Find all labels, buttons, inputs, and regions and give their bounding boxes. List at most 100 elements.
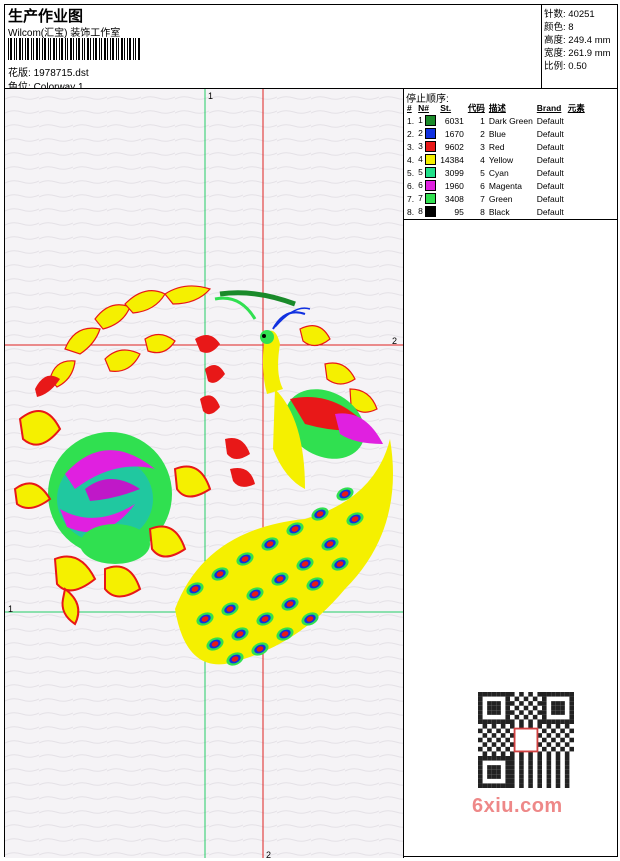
row-brand: Default: [536, 206, 564, 217]
row-index: 3.: [407, 141, 415, 152]
row-description: Blue: [488, 128, 506, 139]
table-row[interactable]: 6. 6 1960 6 Magenta Default: [405, 179, 587, 192]
row-description: Magenta: [488, 180, 522, 191]
row-code: 3: [480, 141, 485, 152]
row-needle: 1: [416, 114, 438, 127]
row-element: [566, 179, 587, 192]
row-needle: 6: [416, 179, 438, 192]
design-file: 花版: 1978715.dst: [8, 64, 89, 79]
design-width: 宽度: 261.9 mm: [544, 48, 611, 59]
row-element: [566, 153, 587, 166]
row-element: [566, 140, 587, 153]
row-description: Yellow: [488, 154, 514, 165]
table-row[interactable]: 5. 5 3099 5 Cyan Default: [405, 166, 587, 179]
design-scale: 比例: 0.50: [544, 61, 587, 72]
row-stitches: 3099: [444, 167, 464, 178]
row-brand: Default: [536, 193, 564, 204]
row-needle: 7: [416, 192, 438, 205]
row-description: Red: [488, 141, 505, 152]
color-count: 颜色: 8: [544, 22, 574, 33]
guide-label-h1: 1: [8, 604, 14, 614]
design-canvas[interactable]: 1 2 1 2: [5, 89, 404, 858]
production-sheet: 生产作业图 Wilcom(汇宝) 装饰工作室 花版: 1978715.dst 色…: [4, 4, 618, 858]
col-stitches: St.: [440, 103, 452, 113]
row-code: 5: [480, 167, 485, 178]
row-brand: Default: [536, 167, 564, 178]
color-swatch: [425, 128, 437, 140]
row-stitches: 6031: [444, 115, 464, 126]
row-description: Cyan: [488, 167, 509, 178]
row-element: [566, 127, 587, 140]
row-brand: Default: [536, 141, 564, 152]
row-stitches: 1960: [444, 180, 464, 191]
color-swatch: [425, 115, 437, 127]
row-code: 8: [480, 206, 485, 217]
col-needle: N#: [418, 103, 429, 113]
row-stitches: 9602: [444, 141, 464, 152]
row-needle: 4: [416, 153, 438, 166]
row-description: Black: [488, 206, 510, 217]
guide-label-v1: 1: [208, 91, 214, 101]
row-index: 4.: [407, 154, 415, 165]
row-code: 6: [480, 180, 485, 191]
row-stitches: 95: [454, 206, 464, 217]
table-row[interactable]: 4. 4 14384 4 Yellow Default: [405, 153, 587, 166]
barcode: [8, 38, 140, 60]
stitch-count: 针数: 40251: [544, 9, 595, 20]
color-swatch: [425, 180, 437, 192]
col-code: 代码: [467, 103, 485, 113]
row-stitches: 14384: [440, 154, 464, 165]
design-height: 高度: 249.4 mm: [544, 35, 611, 46]
color-swatch: [425, 193, 437, 205]
color-swatch: [425, 141, 437, 153]
color-swatch: [425, 154, 437, 166]
row-description: Green: [488, 193, 513, 204]
row-index: 1.: [407, 115, 415, 126]
sheet-title: 生产作业图: [8, 8, 84, 25]
row-needle: 3: [416, 140, 438, 153]
table-row[interactable]: 7. 7 3408 7 Green Default: [405, 192, 587, 205]
table-row[interactable]: 8. 8 95 8 Black Default: [405, 205, 587, 218]
col-element: 元素: [567, 103, 585, 113]
table-row[interactable]: 2. 2 1670 2 Blue Default: [405, 127, 587, 140]
studio-name: Wilcom(汇宝) 装饰工作室: [8, 28, 121, 39]
row-stitches: 3408: [444, 193, 464, 204]
color-swatch: [425, 206, 437, 218]
embroidery-preview: [5, 89, 403, 858]
row-element: [566, 205, 587, 218]
row-index: 8.: [407, 206, 415, 217]
qr-code-graphic: [478, 692, 574, 788]
row-description: Dark Green: [488, 115, 533, 126]
row-brand: Default: [536, 115, 564, 126]
row-index: 6.: [407, 180, 415, 191]
row-brand: Default: [536, 154, 564, 165]
row-element: [566, 166, 587, 179]
row-code: 7: [480, 193, 485, 204]
row-code: 1: [480, 115, 485, 126]
color-swatch: [425, 167, 437, 179]
row-needle: 8: [416, 205, 438, 218]
row-index: 5.: [407, 167, 415, 178]
watermark-logo: 6xiu.com: [472, 795, 563, 817]
panel-divider: [404, 219, 617, 220]
header-info: 生产作业图 Wilcom(汇宝) 装饰工作室 花版: 1978715.dst 色…: [5, 5, 542, 93]
col-brand: Brand: [536, 103, 562, 113]
row-brand: Default: [536, 180, 564, 191]
row-element: [566, 114, 587, 127]
row-code: 2: [480, 128, 485, 139]
guide-label-h2: 2: [392, 336, 398, 346]
col-index: #: [407, 103, 412, 113]
table-header: # N# St. 代码 描述 Brand 元素: [405, 102, 587, 114]
guide-label-v2: 2: [266, 850, 272, 858]
row-element: [566, 192, 587, 205]
col-description: 描述: [488, 103, 506, 113]
row-index: 2.: [407, 128, 415, 139]
table-row[interactable]: 3. 3 9602 3 Red Default: [405, 140, 587, 153]
row-needle: 2: [416, 127, 438, 140]
stop-sequence-panel: 停止顺序: # N# St. 代码 描述 Brand 元素 1. 1 6031 1 D…: [404, 89, 617, 858]
table-row[interactable]: 1. 1 6031 1 Dark Green Default: [405, 114, 587, 127]
design-stats: 针数: 40251 颜色: 8 高度: 249.4 mm 宽度: 261.9 m…: [542, 5, 617, 89]
row-index: 7.: [407, 193, 415, 204]
stop-sequence-table: # N# St. 代码 描述 Brand 元素 1. 1 6031 1 Dark Gr…: [405, 102, 587, 218]
row-needle: 5: [416, 166, 438, 179]
